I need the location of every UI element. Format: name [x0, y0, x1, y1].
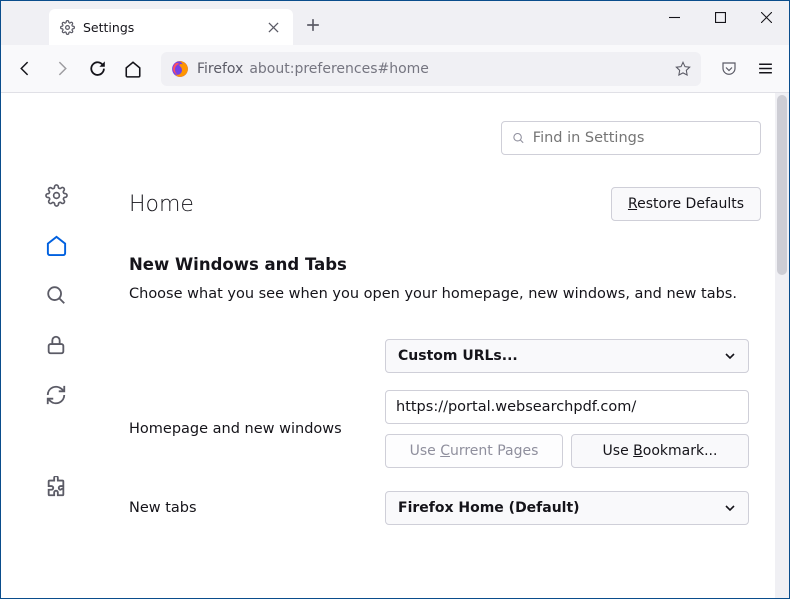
sidebar	[1, 93, 111, 598]
maximize-button[interactable]	[697, 1, 743, 33]
section-subtitle: Choose what you see when you open your h…	[129, 284, 761, 304]
use-current-pages-button[interactable]: Use Current Pages	[385, 434, 563, 468]
url-bar[interactable]: Firefox about:preferences#home	[161, 52, 701, 86]
menu-button[interactable]	[749, 53, 781, 85]
urlbar-label: Firefox	[197, 61, 243, 77]
use-bookmark-button[interactable]: Use Bookmark...	[571, 434, 749, 468]
sidebar-search-icon[interactable]	[44, 283, 68, 307]
newtabs-select[interactable]: Firefox Home (Default)	[385, 491, 749, 525]
back-button[interactable]	[9, 53, 41, 85]
chevron-down-icon	[724, 350, 736, 362]
pocket-button[interactable]	[713, 53, 745, 85]
restore-defaults-button[interactable]: Restore Defaults	[611, 187, 761, 221]
sidebar-general-icon[interactable]	[44, 183, 68, 207]
chevron-down-icon	[724, 502, 736, 514]
toolbar: Firefox about:preferences#home	[1, 45, 789, 93]
bookmark-star-icon[interactable]	[675, 61, 691, 77]
page-heading: Home	[129, 192, 194, 217]
tab-title: Settings	[83, 20, 263, 35]
homepage-mode-value: Custom URLs...	[398, 348, 518, 364]
sidebar-sync-icon[interactable]	[44, 383, 68, 407]
homepage-label: Homepage and new windows	[129, 421, 385, 437]
homepage-mode-select[interactable]: Custom URLs...	[385, 339, 749, 373]
close-icon[interactable]	[263, 17, 283, 37]
newtabs-label: New tabs	[129, 500, 385, 516]
sidebar-home-icon[interactable]	[44, 233, 68, 257]
titlebar: Settings	[1, 1, 789, 45]
minimize-button[interactable]	[651, 1, 697, 33]
reload-button[interactable]	[81, 53, 113, 85]
new-tab-button[interactable]	[299, 11, 327, 39]
homepage-url-input[interactable]	[385, 390, 749, 424]
firefox-icon	[171, 60, 189, 78]
newtabs-value: Firefox Home (Default)	[398, 500, 580, 516]
browser-tab[interactable]: Settings	[49, 9, 293, 45]
settings-search[interactable]	[501, 121, 761, 155]
scrollbar-track[interactable]	[775, 93, 789, 598]
sidebar-extensions-icon[interactable]	[44, 475, 68, 499]
main-content: Home Restore Defaults New Windows and Ta…	[111, 93, 789, 598]
settings-search-input[interactable]	[533, 130, 750, 146]
section-title: New Windows and Tabs	[129, 255, 761, 274]
urlbar-address: about:preferences#home	[249, 61, 675, 77]
sidebar-privacy-icon[interactable]	[44, 333, 68, 357]
forward-button[interactable]	[45, 53, 77, 85]
close-window-button[interactable]	[743, 1, 789, 33]
gear-icon	[59, 19, 75, 35]
scrollbar-thumb[interactable]	[777, 95, 787, 275]
home-button[interactable]	[117, 53, 149, 85]
